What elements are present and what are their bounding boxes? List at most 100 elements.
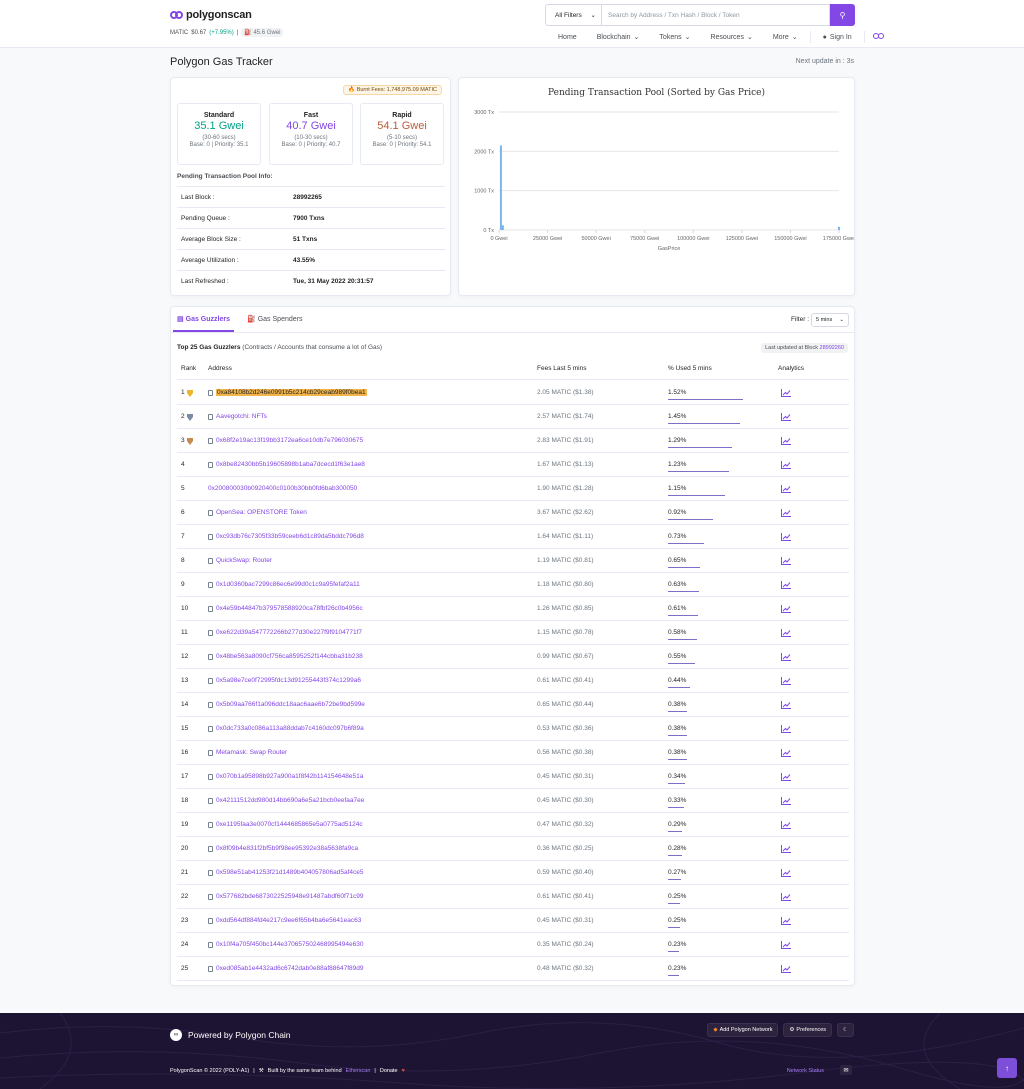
analytics-chart-icon[interactable] — [781, 916, 791, 925]
polygon-network-icon[interactable] — [872, 31, 885, 41]
address-link[interactable]: OpenSea: OPENSTORE Token — [216, 509, 307, 516]
usage-progress-bar — [668, 518, 713, 520]
address-link[interactable]: 0x8be82430bb5b19605898b1aba7dcecd1f63e1a… — [216, 461, 365, 468]
address-link[interactable]: 0x0dc733a0c086a113a88ddab7c4160dc097b6f8… — [216, 725, 364, 732]
rank-value: 5 — [181, 485, 185, 492]
nav-tokens[interactable]: Tokens ⌄ — [649, 31, 700, 43]
divider: | — [236, 29, 239, 36]
address-link[interactable]: 0x070b1a95898b927a900a1f8f42b114154648e5… — [216, 773, 363, 780]
analytics-chart-icon[interactable] — [781, 532, 791, 541]
gas-price-badge[interactable]: ⛽ 45.6 Gwei — [241, 28, 284, 37]
rank-cell: 19 — [181, 813, 188, 836]
address-link[interactable]: Metamask: Swap Router — [216, 749, 287, 756]
mail-icon[interactable]: ✉ — [840, 1065, 852, 1075]
address-link[interactable]: 0x5a98e7ce0f72995fdc13d91255443f374c1299… — [216, 677, 361, 684]
analytics-chart-icon[interactable] — [781, 412, 791, 421]
contract-icon — [208, 725, 213, 732]
col-analytics: Analytics — [778, 365, 805, 372]
address-link[interactable]: 0x577682bde6873022525948e91487abdf60f71c… — [216, 893, 363, 900]
add-polygon-network-button[interactable]: ◆ Add Polygon Network — [707, 1023, 779, 1037]
contract-icon — [208, 389, 213, 396]
address-link[interactable]: Aavegotchi: NFTs — [216, 413, 267, 420]
search-button[interactable]: ⚲ — [830, 4, 855, 26]
tab-gas-guzzlers[interactable]: ▤ Gas Guzzlers — [173, 315, 234, 332]
network-status-link[interactable]: Network Status — [787, 1068, 824, 1074]
nav-more[interactable]: More ⌄ — [763, 31, 808, 43]
analytics-chart-icon[interactable] — [781, 700, 791, 709]
address-link[interactable]: QuickSwap: Router — [216, 557, 272, 564]
address-link[interactable]: 0x42111512dd980d14bb690a6e5a21bcb0eefaa7… — [216, 797, 364, 804]
address-link[interactable]: 0x5b09aa766f1a096ddc18aac6aae6b72be9bd59… — [216, 701, 365, 708]
analytics-cell — [781, 765, 791, 788]
analytics-chart-icon[interactable] — [781, 580, 791, 589]
tier-name: Fast — [303, 112, 319, 119]
pool-value: Tue, 31 May 2022 20:31:57 — [293, 277, 374, 285]
analytics-chart-icon[interactable] — [781, 508, 791, 517]
time-filter-select[interactable]: 5 mins ⌄ — [811, 313, 849, 327]
analytics-chart-icon[interactable] — [781, 652, 791, 661]
back-to-top-button[interactable]: ↑ — [997, 1058, 1017, 1078]
analytics-chart-icon[interactable] — [781, 388, 791, 397]
analytics-chart-icon[interactable] — [781, 772, 791, 781]
analytics-chart-icon[interactable] — [781, 820, 791, 829]
analytics-chart-icon[interactable] — [781, 868, 791, 877]
address-link[interactable]: 0x598e51ab41253f21d1489b404057806ad5af4c… — [216, 869, 363, 876]
address-link[interactable]: 0x8f09b4e831f2bf5b9f98ee95392e38a5638fa9… — [216, 845, 358, 852]
analytics-chart-icon[interactable] — [781, 844, 791, 853]
used-cell: 0.38% — [668, 717, 745, 740]
address-link[interactable]: 0xe1195faa3e0070cf1444685865e5a0775ad512… — [216, 821, 363, 828]
polygonscan-logo[interactable]: polygonscan — [170, 9, 252, 21]
nav-resources[interactable]: Resources ⌄ — [700, 31, 762, 43]
analytics-chart-icon[interactable] — [781, 724, 791, 733]
x-tick-label: 25000 Gwei — [533, 236, 562, 242]
x-tick-label: 175000 Gwei — [823, 236, 854, 242]
address-link[interactable]: 0x68f2e19ac13f19bb3172ea6ce10db7e7960306… — [216, 437, 363, 444]
last-updated-badge: Last updated at Block 28992260 — [761, 343, 848, 353]
donate-link[interactable]: Donate — [380, 1068, 398, 1074]
address-link[interactable]: 0xed085ab1e4432ad6c6742dab0e88af88647f89… — [216, 965, 363, 972]
rank-cell: 5 — [181, 477, 185, 500]
analytics-chart-icon[interactable] — [781, 940, 791, 949]
address-cell: 0x577682bde6873022525948e91487abdf60f71c… — [208, 885, 363, 908]
analytics-chart-icon[interactable] — [781, 436, 791, 445]
contract-icon — [208, 869, 213, 876]
analytics-chart-icon[interactable] — [781, 460, 791, 469]
rank-value: 22 — [181, 893, 189, 900]
analytics-chart-icon[interactable] — [781, 892, 791, 901]
nav-sign-in[interactable]: ● Sign In — [813, 31, 862, 43]
analytics-chart-icon[interactable] — [781, 628, 791, 637]
address-link[interactable]: 0xa84108b2d246e0991b5c214cb29ceab989f0be… — [216, 389, 367, 396]
tab-gas-spenders[interactable]: ⛽ Gas Spenders — [247, 315, 302, 324]
address-link[interactable]: 0xdd564df884fd4e217c9ee6f65b4ba6e5641eac… — [216, 917, 361, 924]
used-value: 0.44% — [668, 677, 687, 684]
nav-home[interactable]: Home — [548, 31, 587, 43]
nav-blockchain[interactable]: Blockchain ⌄ — [587, 31, 650, 43]
preferences-button[interactable]: ⚙ Preferences — [783, 1023, 833, 1037]
pending-pool-chart[interactable]: 0 Tx 1000 Tx 2000 Tx 3000 Tx 0 Gwei 25000 Gwe… — [459, 104, 854, 294]
main-nav: Home Blockchain ⌄ Tokens ⌄ Resources ⌄ More… — [548, 31, 885, 43]
analytics-chart-icon[interactable] — [781, 676, 791, 685]
last-updated-block-link[interactable]: 28992260 — [820, 345, 844, 351]
analytics-chart-icon[interactable] — [781, 964, 791, 973]
used-value: 0.92% — [668, 509, 687, 516]
search-filter-select[interactable]: All Filters ⌄ — [545, 4, 602, 26]
address-link[interactable]: 0x10f4a705f450bc144e370657502468995494e6… — [216, 941, 363, 948]
nav-divider — [809, 31, 811, 43]
address-link[interactable]: 0x1d0360bac7299c86ec6e99d0c1c9a95fefaf2a… — [216, 581, 360, 588]
address-link[interactable]: 0x48be563a8090cf756ca8595252f144cbba31b2… — [216, 653, 363, 660]
address-link[interactable]: 0xc93db76c7305f33b59ceeb6d1c89da5bddc796… — [216, 533, 364, 540]
etherscan-link[interactable]: Etherscan — [346, 1068, 371, 1074]
dark-mode-toggle[interactable]: ☾ — [837, 1023, 854, 1037]
matic-price[interactable]: $0.67 — [191, 30, 206, 36]
analytics-chart-icon[interactable] — [781, 796, 791, 805]
search-input[interactable]: Search by Address / Txn Hash / Block / T… — [602, 4, 830, 26]
address-link[interactable]: 0x4e59b44847b379578588920ca78fbf26c0b495… — [216, 605, 363, 612]
address-link[interactable]: 0x200800030b0920400c0100b30bb0fd6bab3000… — [208, 485, 357, 492]
analytics-chart-icon[interactable] — [781, 748, 791, 757]
analytics-chart-icon[interactable] — [781, 556, 791, 565]
analytics-chart-icon[interactable] — [781, 484, 791, 493]
analytics-chart-icon[interactable] — [781, 604, 791, 613]
analytics-cell — [781, 597, 791, 620]
pool-value: 51 Txns — [293, 235, 318, 243]
address-link[interactable]: 0xe622d39a547772266b277d30e227f9f9104771… — [216, 629, 362, 636]
